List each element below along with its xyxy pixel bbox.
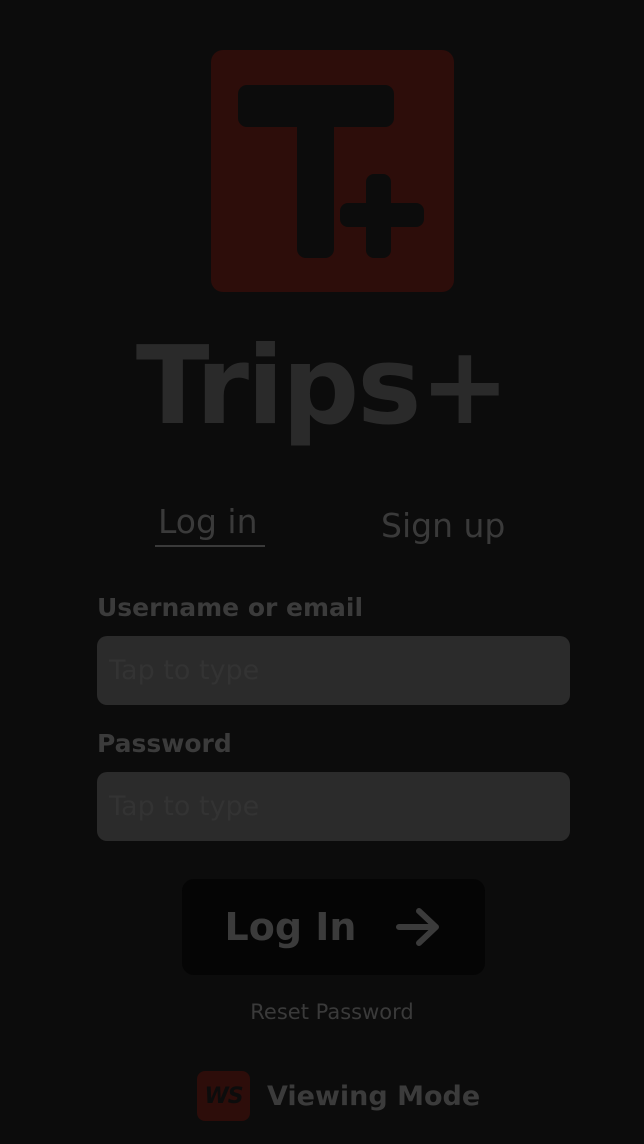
ws-badge-icon: WS bbox=[197, 1071, 250, 1121]
active-tab-indicator bbox=[155, 545, 265, 547]
login-button[interactable]: Log In bbox=[182, 879, 485, 975]
ws-badge-text: WS bbox=[204, 1083, 243, 1109]
username-label: Username or email bbox=[97, 593, 364, 622]
reset-password-link[interactable]: Reset Password bbox=[0, 998, 644, 1026]
password-input[interactable] bbox=[97, 772, 570, 841]
tab-signup[interactable]: Sign up bbox=[381, 504, 505, 548]
app-name: Trips+ bbox=[135, 324, 510, 449]
username-input[interactable] bbox=[97, 636, 570, 705]
viewing-mode-toggle[interactable]: WS Viewing Mode bbox=[197, 1070, 480, 1122]
arrow-right-icon bbox=[396, 908, 440, 946]
login-screen: Trips+ Log in Sign up Username or email … bbox=[0, 0, 644, 1144]
login-button-label: Log In bbox=[224, 905, 357, 949]
password-label: Password bbox=[97, 729, 232, 758]
tab-login[interactable]: Log in bbox=[158, 500, 258, 544]
trips-plus-logo-icon bbox=[238, 85, 424, 258]
viewing-mode-label: Viewing Mode bbox=[267, 1080, 481, 1112]
app-logo bbox=[211, 50, 454, 292]
